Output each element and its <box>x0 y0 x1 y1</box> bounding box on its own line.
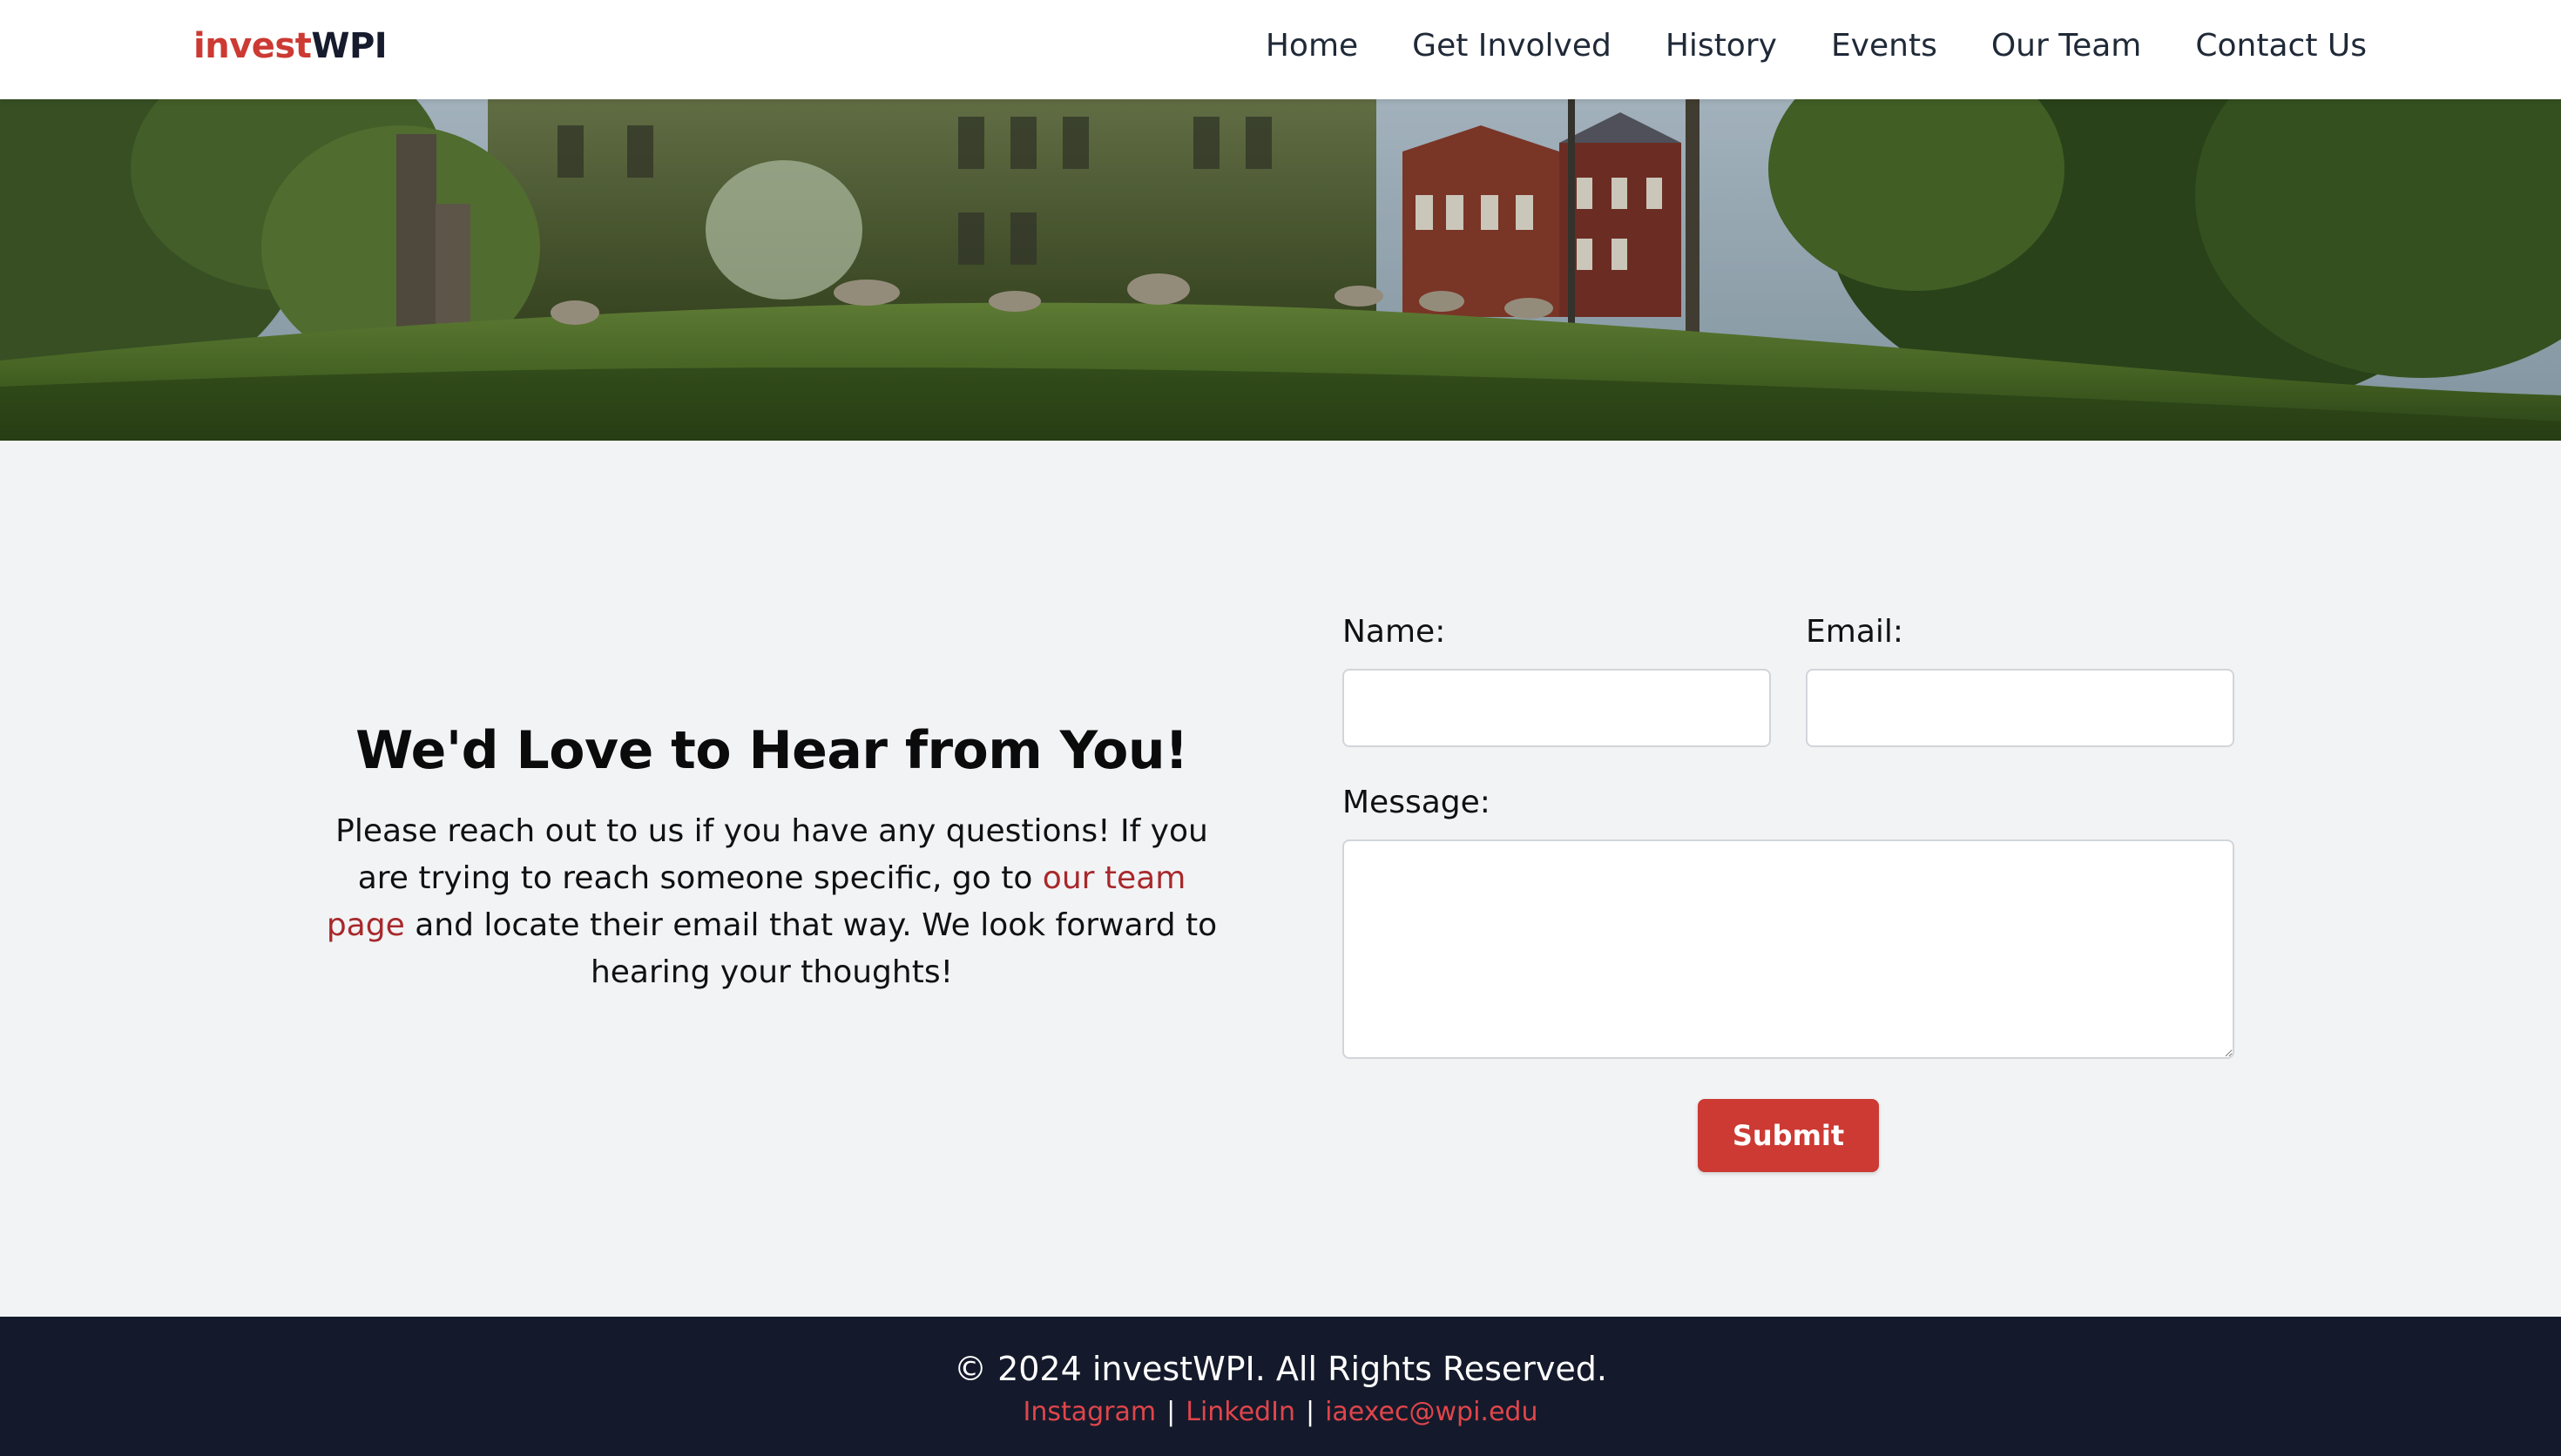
hero-campus-image <box>0 99 2561 441</box>
email-field-group: Email: <box>1806 611 2234 747</box>
site-footer: © 2024 investWPI. All Rights Reserved. I… <box>0 1317 2561 1456</box>
contact-description: Please reach out to us if you have any q… <box>322 808 1221 996</box>
footer-separator: | <box>1166 1397 1176 1427</box>
footer-copyright: © 2024 investWPI. All Rights Reserved. <box>954 1350 1607 1388</box>
form-row-name-email: Name: Email: <box>1342 611 2234 747</box>
contact-intro: We'd Love to Hear from You! Please reach… <box>322 716 1221 996</box>
name-field-group: Name: <box>1342 611 1771 747</box>
name-input[interactable] <box>1342 669 1771 747</box>
nav-contact-us[interactable]: Contact Us <box>2195 23 2367 70</box>
nav-get-involved[interactable]: Get Involved <box>1412 23 1612 70</box>
name-label: Name: <box>1342 614 1446 650</box>
nav-events[interactable]: Events <box>1831 23 1937 70</box>
nav-home[interactable]: Home <box>1266 23 1358 70</box>
main-nav: Home Get Involved History Events Our Tea… <box>1266 23 2367 70</box>
message-label: Message: <box>1342 785 1490 820</box>
site-logo[interactable]: investWPI <box>193 23 388 70</box>
submit-button[interactable]: Submit <box>1698 1099 1879 1172</box>
footer-links: Instagram | LinkedIn | iaexec@wpi.edu <box>0 1393 2561 1432</box>
contact-section: We'd Love to Hear from You! Please reach… <box>0 441 2561 1317</box>
message-textarea[interactable] <box>1342 839 2234 1059</box>
navbar: investWPI Home Get Involved History Even… <box>0 0 2561 99</box>
nav-history[interactable]: History <box>1666 23 1777 70</box>
logo-part-wpi: WPI <box>311 26 388 66</box>
linkedin-link[interactable]: LinkedIn <box>1186 1397 1295 1427</box>
contact-heading: We'd Love to Hear from You! <box>355 720 1188 781</box>
submit-wrap: Submit <box>1342 1099 2234 1172</box>
logo-part-invest: invest <box>193 26 312 66</box>
instagram-link[interactable]: Instagram <box>1024 1397 1157 1427</box>
contact-text-after: and locate their email that way. We look… <box>404 907 1218 990</box>
contact-form: Name: Email: Message: Submit <box>1342 611 2234 1172</box>
nav-our-team[interactable]: Our Team <box>1991 23 2142 70</box>
email-label: Email: <box>1806 614 1904 650</box>
email-input[interactable] <box>1806 669 2234 747</box>
email-link[interactable]: iaexec@wpi.edu <box>1325 1397 1537 1427</box>
footer-separator: | <box>1305 1397 1315 1427</box>
